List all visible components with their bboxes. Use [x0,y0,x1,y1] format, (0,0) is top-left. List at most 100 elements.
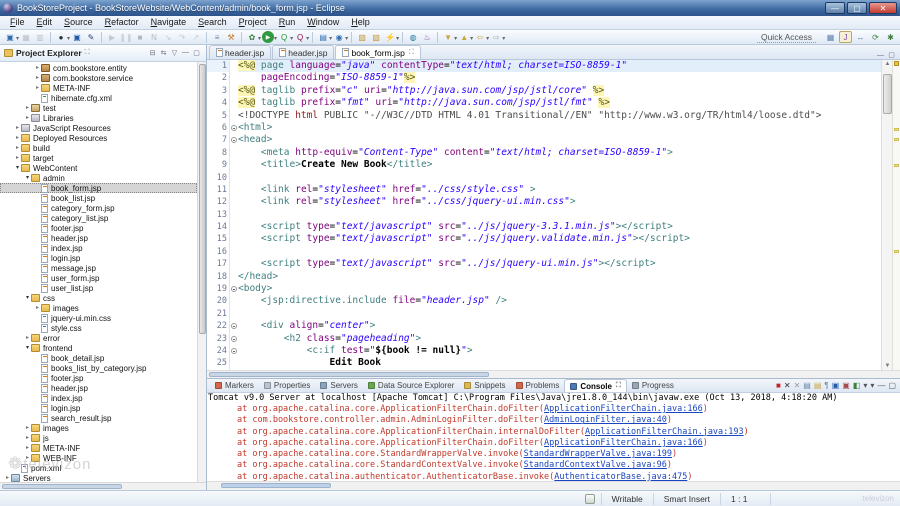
stack-trace-link[interactable]: StandardContextValve.java:96 [524,460,667,470]
maximize-console-icon[interactable]: ▢ [888,380,896,392]
run-icon[interactable]: ▶ [262,31,275,43]
code-line-23[interactable]: 23 <h2 class="pageheading"> [207,332,881,345]
tree-item-frontend[interactable]: ▾ frontend [0,343,197,353]
console-tab-snippets[interactable]: Snippets [459,379,510,392]
minimize-view-icon[interactable]: — [180,49,191,57]
expand-arrow-icon[interactable]: ▸ [34,83,41,93]
expand-arrow-icon[interactable]: ▸ [24,443,31,453]
maximize-view-icon[interactable]: ▢ [191,49,202,57]
maximize-editor-icon[interactable]: ▢ [886,51,897,59]
expand-arrow-icon[interactable]: ▸ [4,473,11,482]
code-line-21[interactable]: 21 [207,307,881,321]
annotation-pen-icon[interactable]: ✎ [85,31,97,43]
tree-item-user-form-jsp[interactable]: user_form.jsp [0,273,197,283]
import-icon[interactable]: ▨ [356,31,368,43]
tree-item-book-detail-jsp[interactable]: book_detail.jsp [0,353,197,363]
editor-scroll-thumb[interactable] [883,74,892,114]
editor-area[interactable]: 1 <%@ page language="java" contentType="t… [207,60,900,370]
external-tools-icon[interactable]: ⚡ [384,31,396,43]
fold-collapse-icon[interactable] [231,347,237,354]
expand-arrow-icon[interactable]: ▸ [14,123,21,133]
tree-item-javascript-resources[interactable]: ▸ JavaScript Resources [0,123,197,133]
tree-item-servers[interactable]: ▸ Servers [0,473,197,482]
tree-item-index-jsp[interactable]: index.jsp [0,393,197,403]
code-line-14[interactable]: 14 <script type="text/javascript" src=".… [207,221,881,234]
fold-collapse-icon[interactable] [231,137,237,144]
code-line-24[interactable]: 24 <c:if test="${book != null}"> [207,344,881,358]
expand-arrow-icon[interactable]: ▸ [24,333,31,343]
fold-collapse-icon[interactable] [231,335,237,342]
tree-item-jquery-ui-min-css[interactable]: jquery-ui.min.css [0,313,197,323]
tree-item-meta-inf[interactable]: ▸ META-INF [0,83,197,93]
view-menu-icon[interactable]: ▽ [169,49,180,57]
stack-trace-link[interactable]: ApplicationFilterChain.java:166 [544,438,703,448]
code-line-6[interactable]: 6 <html> [207,121,881,135]
maximize-button[interactable]: ▢ [847,2,867,14]
explorer-horizontal-scrollbar[interactable] [0,482,206,490]
expand-arrow-icon[interactable]: ▸ [14,133,21,143]
expand-arrow-icon[interactable]: ▸ [14,153,21,163]
fold-collapse-icon[interactable] [231,124,237,131]
tree-item-index-jsp[interactable]: index.jsp [0,243,197,253]
code-line-10[interactable]: 10 [207,171,881,184]
expand-arrow-icon[interactable]: ▸ [14,143,21,153]
editor-tab-book_form-jsp-2[interactable]: book_form.jsp ⛶ [335,45,421,59]
new-servlet-icon[interactable]: ◉ [333,31,345,43]
collapse-arrow-icon[interactable]: ▾ [24,343,31,353]
occurrence-marker[interactable] [894,164,899,167]
expand-arrow-icon[interactable]: ▸ [24,423,31,433]
tree-item-webcontent[interactable]: ▾ WebContent [0,163,197,173]
collapse-all-icon[interactable]: ⊟ [147,49,158,57]
code-line-11[interactable]: 11 <link rel="stylesheet" href="../css/s… [207,183,881,197]
tree-item-meta-inf[interactable]: ▸ META-INF [0,443,197,453]
menu-window[interactable]: Window [301,16,345,29]
editor-tab-header-jsp-0[interactable]: header.jsp [209,45,272,59]
export-icon[interactable]: ▧ [370,31,382,43]
menu-refactor[interactable]: Refactor [99,16,145,29]
console-tab-data-source-explorer[interactable]: Data Source Explorer [363,379,459,392]
occurrence-marker[interactable] [894,128,899,131]
code-line-4[interactable]: 4 <%@ taglib prefix="fmt" uri="http://jav… [207,97,881,110]
collapse-arrow-icon[interactable]: ▾ [24,173,31,183]
tree-item-admin[interactable]: ▾ admin [0,173,197,183]
menu-edit[interactable]: Edit [31,16,59,29]
dropdown-arrow-icon[interactable]: ▾ [502,35,505,42]
coverage-icon[interactable]: Q [278,31,290,43]
code-line-12[interactable]: 12 <link rel="stylesheet" href="../css/j… [207,196,881,209]
dropdown-arrow-icon[interactable]: ▾ [470,35,473,42]
tree-item-category-list-jsp[interactable]: category_list.jsp [0,213,197,223]
last-edit-location-icon[interactable]: ▼ [442,31,454,43]
tree-item-images[interactable]: ▸ images [0,303,197,313]
tree-item-js[interactable]: ▸ js [0,433,197,443]
forward-icon[interactable]: ⇨ [490,31,502,43]
stack-trace-link[interactable]: ApplicationFilterChain.java:166 [544,404,703,414]
code-line-7[interactable]: 7 <head> [207,134,881,147]
back-icon[interactable]: ⇦ [474,31,486,43]
dropdown-arrow-icon[interactable]: ▾ [306,35,309,42]
console-hscroll-thumb[interactable] [221,483,331,488]
skip-breakpoints-icon[interactable]: ≡ [211,31,223,43]
menu-file[interactable]: File [4,16,31,29]
tree-item-footer-jsp[interactable]: footer.jsp [0,373,197,383]
console-tab-problems[interactable]: Problems [511,379,565,392]
tab-close-icon[interactable]: ⛶ [616,382,621,390]
minimize-editor-icon[interactable]: — [875,52,886,59]
code-line-9[interactable]: 9 <title>Create New Book</title> [207,159,881,172]
tree-item-footer-jsp[interactable]: footer.jsp [0,223,197,233]
tree-item-search-result-jsp[interactable]: search_result.jsp [0,413,197,423]
expand-arrow-icon[interactable]: ▸ [34,303,41,313]
expand-arrow-icon[interactable]: ▸ [24,103,31,113]
dropdown-arrow-icon[interactable]: ▾ [274,35,277,42]
code-line-17[interactable]: 17 <script type="text/javascript" src=".… [207,258,881,271]
menu-run[interactable]: Run [273,16,302,29]
tree-item-hibernate-cfg-xml[interactable]: hibernate.cfg.xml [0,93,197,103]
perspective-sync-button[interactable]: ⟳ [869,31,882,43]
tree-item-category-form-jsp[interactable]: category_form.jsp [0,203,197,213]
tree-item-target[interactable]: ▸ target [0,153,197,163]
stack-trace-link[interactable]: AuthenticatorBase.java:475 [554,472,687,481]
open-web-page-icon[interactable]: ▣ [71,31,83,43]
clear-console-icon[interactable]: ▤ [803,380,811,392]
web-browser-icon[interactable]: ● [55,31,67,43]
tree-item-user-list-jsp[interactable]: user_list.jsp [0,283,197,293]
tab-close-icon[interactable]: ⛶ [409,49,414,57]
